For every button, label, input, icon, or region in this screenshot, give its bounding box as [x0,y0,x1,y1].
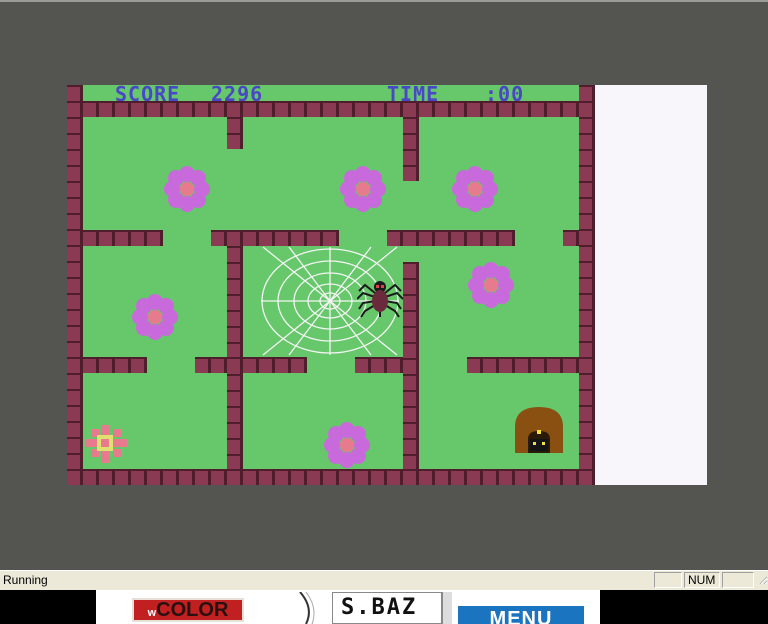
wall-bottom [67,469,595,485]
flower [452,166,498,212]
color-button-prefix: w [147,607,157,619]
wall-segment [211,230,339,246]
screen-border-area [595,85,707,485]
player-flower-bug [85,425,127,463]
name-field[interactable]: S.BAZ [332,592,442,624]
wall-top [67,101,595,117]
wall-segment [195,357,307,373]
emulator-window: SCORE 2296 TIME :00 [0,0,768,570]
flower [340,166,386,212]
menu-button[interactable]: MENU [458,606,584,624]
game-screen[interactable]: SCORE 2296 TIME :00 [67,85,595,485]
mouse-hole [515,407,563,453]
status-pane-empty [722,572,754,588]
status-bar: Running NUM [0,570,768,590]
hud: SCORE 2296 TIME :00 [83,85,579,104]
wall-right [579,85,595,485]
spinner-arrow[interactable] [442,592,452,624]
flower [468,262,514,308]
resize-grip-icon[interactable] [754,571,768,590]
flower [164,166,210,212]
wall-left [67,85,83,485]
num-lock-indicator: NUM [684,572,720,588]
wall-segment [227,117,243,149]
wall-segment [355,357,403,373]
wall-segment [403,262,419,469]
spider-enemy [357,281,403,318]
wall-segment [387,230,515,246]
wall-segment [83,230,163,246]
wall-segment [83,357,147,373]
status-text: Running [3,573,48,587]
divider-curve-icon [299,592,315,624]
status-pane-empty [654,572,682,588]
flower [132,294,178,340]
wall-segment [467,357,579,373]
flower [324,422,370,468]
color-button-label: COLOR [156,599,229,621]
wall-segment [403,117,419,181]
color-button[interactable]: wCOLOR [132,598,244,622]
wall-segment [563,230,579,246]
